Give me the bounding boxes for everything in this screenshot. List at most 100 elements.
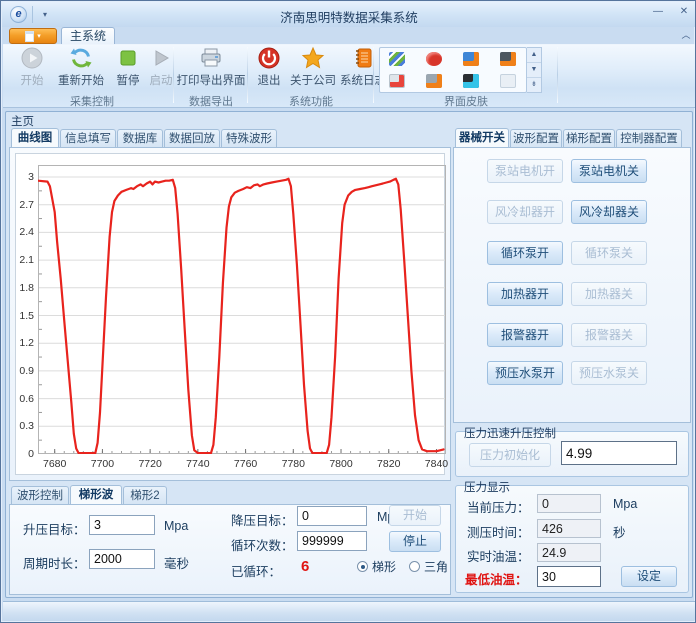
cycles-label: 循环次数： (231, 535, 294, 554)
ribbon-separator (173, 47, 174, 103)
tab-data-playback[interactable]: 数据回放 (164, 129, 220, 148)
radio-triangle[interactable]: 三角 (409, 558, 448, 575)
ribbon-separator (373, 47, 374, 103)
window-title: 济南思明特数据采集系统 (2, 7, 696, 26)
heater-on-button[interactable]: 加热器开 (487, 282, 563, 306)
printer-icon (199, 46, 223, 70)
skin-black-cyan-icon[interactable] (463, 74, 479, 88)
tab-trapezoid-config[interactable]: 梯形配置 (563, 129, 615, 148)
air-cooler-off-button[interactable]: 风冷却器关 (571, 200, 647, 224)
app-menu-page-icon (25, 31, 34, 42)
x-axis-tick-label: 7760 (234, 458, 257, 470)
skin-dark-orange-icon[interactable] (500, 52, 516, 66)
up-target-input[interactable] (89, 515, 155, 535)
x-axis-tick-label: 7740 (186, 458, 209, 470)
tab-trapezoid-wave[interactable]: 梯形波 (70, 485, 122, 504)
tab-trapezoid-2[interactable]: 梯形2 (123, 486, 167, 505)
tab-waveform-config[interactable]: 波形配置 (510, 129, 562, 148)
pause-capture-button[interactable]: 暂停 (111, 46, 145, 92)
button-label: 退出 (258, 72, 281, 88)
minimize-button[interactable]: — (648, 5, 668, 20)
tab-special-waveform[interactable]: 特殊波形 (221, 129, 277, 148)
y-axis-tick-label: 0.6 (16, 393, 34, 405)
status-bar (3, 601, 695, 621)
button-label: 重新开始 (58, 72, 104, 88)
gallery-scroll-up-icon[interactable]: ▲ (527, 48, 541, 63)
heater-off-button[interactable]: 加热器关 (571, 282, 647, 306)
button-label: 关于公司 (290, 72, 336, 88)
set-button[interactable]: 设定 (621, 566, 677, 587)
tab-equipment-switch[interactable]: 器械开关 (455, 128, 509, 147)
print-export-button[interactable]: 打印导出界面 (177, 46, 245, 92)
measure-time-value (537, 519, 601, 538)
y-axis-tick-label: 0 (16, 448, 34, 460)
skin-stripes-icon[interactable] (389, 52, 405, 66)
min-oil-temp-label: 最低油温： (465, 569, 528, 588)
start-capture-button[interactable]: 开始 (13, 46, 51, 92)
skin-blue-orange-icon[interactable] (463, 52, 479, 66)
skin-light-orange-icon[interactable] (389, 74, 405, 88)
boost-value-input[interactable] (561, 441, 677, 465)
skin-red-circle-icon[interactable] (426, 52, 442, 66)
close-button[interactable]: ✕ (674, 5, 694, 20)
x-axis-tick-label: 7780 (282, 458, 305, 470)
pump-motor-off-button[interactable]: 泵站电机关 (571, 159, 647, 183)
skin-disabled-icon[interactable] (500, 74, 516, 88)
prepressure-pump-on-button[interactable]: 预压水泵开 (487, 361, 563, 385)
tab-controller-config[interactable]: 控制器配置 (616, 129, 682, 148)
star-icon (301, 46, 325, 70)
chart-canvas (38, 165, 446, 454)
alarm-off-button[interactable]: 报警器关 (571, 323, 647, 347)
ribbon-tab-main-system[interactable]: 主系统 (61, 27, 115, 44)
prepressure-pump-off-button[interactable]: 预压水泵关 (571, 361, 647, 385)
current-pressure-value (537, 494, 601, 513)
air-cooler-on-button[interactable]: 风冷却器开 (487, 200, 563, 224)
radio-trapezoid[interactable]: 梯形 (357, 558, 396, 575)
period-label: 周期时长： (23, 553, 86, 572)
skin-gray-orange-icon[interactable] (426, 74, 442, 88)
radio-triangle-label: 三角 (424, 558, 448, 575)
period-input[interactable] (89, 549, 155, 569)
x-axis-tick-label: 7680 (43, 458, 66, 470)
y-axis-tick-label: 1.8 (16, 282, 34, 294)
application-menu-button[interactable]: ▾ (9, 28, 57, 44)
down-target-input[interactable] (297, 506, 367, 526)
group-label-export: 数据导出 (175, 93, 247, 109)
oil-temp-value (537, 543, 601, 562)
ribbon: 开始 重新开始 暂停 启动 采集控制 打印导出界面 (3, 44, 695, 108)
tab-info-fill[interactable]: 信息填写 (60, 129, 116, 148)
button-label: 开始 (21, 72, 44, 88)
cycles-input[interactable] (297, 531, 367, 551)
wave-stop-button[interactable]: 停止 (389, 531, 441, 552)
restart-icon (69, 46, 93, 70)
chart-plot-area (38, 165, 446, 454)
ribbon-collapse-icon[interactable]: ︿ (679, 29, 693, 42)
tab-database[interactable]: 数据库 (117, 129, 163, 148)
pump-motor-on-button[interactable]: 泵站电机开 (487, 159, 563, 183)
tab-curve-chart[interactable]: 曲线图 (11, 128, 59, 147)
group-label-system: 系统功能 (249, 93, 373, 109)
button-label: 打印导出界面 (177, 72, 246, 88)
up-target-unit: Mpa (164, 519, 188, 533)
x-axis-tick-label: 7800 (329, 458, 352, 470)
boost-group-caption: 压力迅速升压控制 (461, 425, 559, 441)
play-triangle-disabled-icon (149, 46, 173, 70)
tab-wave-control[interactable]: 波形控制 (11, 486, 69, 505)
cycled-value: 6 (301, 558, 309, 575)
exit-button[interactable]: 退出 (251, 46, 287, 92)
min-oil-temp-input[interactable] (537, 566, 601, 587)
alarm-on-button[interactable]: 报警器开 (487, 323, 563, 347)
button-label: 启动 (150, 72, 173, 88)
oil-temp-label: 实时油温： (467, 546, 530, 565)
restart-capture-button[interactable]: 重新开始 (53, 46, 109, 92)
pressure-group-caption: 压力显示 (461, 479, 513, 495)
circulation-pump-off-button[interactable]: 循环泵关 (571, 241, 647, 265)
pressure-init-button[interactable]: 压力初始化 (469, 443, 551, 467)
wave-start-button[interactable]: 开始 (389, 505, 441, 526)
gallery-expand-icon[interactable]: ⇟ (527, 78, 541, 93)
circulation-pump-on-button[interactable]: 循环泵开 (487, 241, 563, 265)
notebook-icon (351, 46, 375, 70)
measure-time-unit: 秒 (613, 522, 626, 541)
about-company-button[interactable]: 关于公司 (289, 46, 337, 92)
gallery-scroll-down-icon[interactable]: ▼ (527, 63, 541, 78)
